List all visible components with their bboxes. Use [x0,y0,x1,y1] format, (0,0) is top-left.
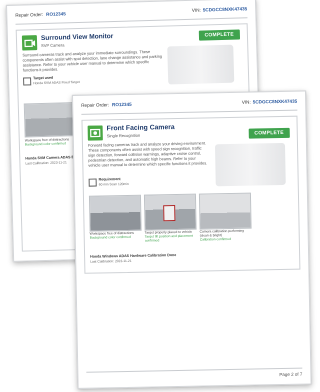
feature-description: Surround cameras track and analyze your … [22,48,163,73]
feature-title: Surround View Monitor [40,33,114,43]
repair-order: Repair Order: RO12345 [81,101,132,108]
repair-order: Repair Order: RO12345 [15,11,66,18]
feature-card: Front Facing Camera Single Recognition C… [81,115,301,274]
status-badge: COMPLETE [198,29,241,41]
calibration-target [163,205,176,222]
target-icon [23,77,32,86]
vehicle-image [167,44,235,85]
verification-photo [143,193,197,231]
photo-caption: Workspace free of distractions Background… [89,230,134,240]
vin-number: VIN: 5CDGCC8NXK47435 [191,6,248,13]
requirement-detail: 60 min Scan 120min [98,181,129,187]
camera-icon [21,35,38,51]
footer-divider [86,367,303,373]
feature-description: Forward facing cameras track and analyze… [87,140,208,168]
verification-date: Last Calibration: 2023-11-21 [25,160,67,166]
requirement-title: Requirement [98,177,121,182]
report-page-front: Repair Order: RO12345 VIN: 5CDGCC8NXK47435… [72,90,312,389]
feature-title: Front Facing Camera [106,124,175,133]
requirement-title: Target used [33,75,54,81]
photo-caption: Camera calibration performing (clean & b… [199,228,245,242]
feature-subtitle: Single Recognition [106,132,141,139]
photo-caption: Workspace free of distractions Background… [24,137,70,147]
photo-caption: Target properly placed to vehicle Target … [144,229,193,243]
status-badge: COMPLETE [248,127,290,139]
requirement-detail: Honda SVM ADAS Fixed Target [33,79,80,86]
verification-photo [23,102,79,138]
verification-photo [198,192,252,230]
verification-title: Honda Windows ADAS Hardware Calibration … [90,253,177,259]
vehicle-image [214,142,286,187]
feature-subtitle: SVP Camera [41,42,65,49]
verification-date: Last Calibration: 2023-11-21 [90,258,132,264]
target-icon [88,178,97,187]
verification-photo [88,194,142,232]
camera-icon [87,125,103,141]
vin-number: VIN: 5CDGCC8NXK47435 [241,98,298,105]
page-number: Page 2 of 7 [279,371,303,378]
